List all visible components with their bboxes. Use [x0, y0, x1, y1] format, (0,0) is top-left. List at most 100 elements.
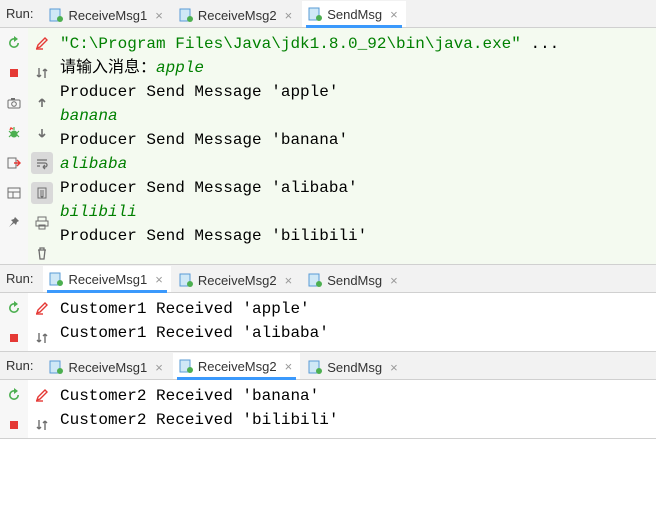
run-label: Run: [6, 271, 33, 286]
console-line: Producer Send Message 'banana' [60, 128, 650, 152]
console-line: Producer Send Message 'bilibili' [60, 224, 650, 248]
sort-button[interactable] [31, 414, 53, 436]
console-line: Customer2 Received 'bilibili' [60, 408, 650, 432]
run-panel: Run: ReceiveMsg1× ReceiveMsg2 × SendMsg × Cust… [0, 352, 656, 439]
run-label: Run: [6, 358, 33, 373]
scroll-button[interactable] [31, 182, 53, 204]
pen-button[interactable] [31, 384, 53, 406]
tab-label: ReceiveMsg1 [68, 272, 147, 287]
right-toolbar [28, 380, 56, 438]
up-button[interactable] [31, 92, 53, 114]
console-line: alibaba [60, 152, 650, 176]
console-line: Customer1 Received 'apple' [60, 297, 650, 321]
rerun-button[interactable] [3, 297, 25, 319]
run-config-icon [179, 359, 193, 373]
console-line: Producer Send Message 'alibaba' [60, 176, 650, 200]
tab-label: SendMsg [327, 360, 382, 375]
camera-button[interactable] [3, 92, 25, 114]
console-line: banana [60, 104, 650, 128]
tab-sendmsg[interactable]: SendMsg× [302, 1, 406, 27]
tab-receivemsg1[interactable]: ReceiveMsg1 × [43, 1, 170, 27]
tab-label: ReceiveMsg2 [198, 273, 277, 288]
console-output[interactable]: "C:\Program Files\Java\jdk1.8.0_92\bin\j… [56, 28, 656, 264]
panel-body: Customer2 Received 'banana' Customer2 Rec… [0, 380, 656, 438]
console-line: Customer2 Received 'banana' [60, 384, 650, 408]
console-output[interactable]: Customer2 Received 'banana' Customer2 Rec… [56, 380, 656, 438]
layout-button[interactable] [3, 182, 25, 204]
tab-label: ReceiveMsg1 [68, 8, 147, 23]
tab-label: ReceiveMsg2 [198, 8, 277, 23]
panel-header: Run: ReceiveMsg1× ReceiveMsg2 × SendMsg × [0, 352, 656, 380]
left-toolbar [0, 28, 28, 264]
tab-receivemsg2[interactable]: ReceiveMsg2 × [173, 353, 300, 379]
tab-receivemsg1[interactable]: ReceiveMsg1× [43, 353, 170, 379]
console-text: "C:\Program Files\Java\jdk1.8.0_92\bin\j… [60, 35, 521, 53]
right-toolbar [28, 28, 56, 264]
left-toolbar [0, 293, 28, 351]
panel-body: "C:\Program Files\Java\jdk1.8.0_92\bin\j… [0, 28, 656, 264]
close-icon[interactable]: × [155, 273, 163, 286]
run-config-icon [49, 360, 63, 374]
tab-label: ReceiveMsg2 [198, 359, 277, 374]
right-toolbar [28, 293, 56, 351]
console-text: apple [156, 59, 204, 77]
rerun-button[interactable] [3, 32, 25, 54]
console-text: Customer2 Received 'banana' [60, 387, 319, 405]
close-icon[interactable]: × [390, 8, 398, 21]
close-icon[interactable]: × [155, 361, 163, 374]
rerun-button[interactable] [3, 384, 25, 406]
panel-body: Customer1 Received 'apple' Customer1 Rece… [0, 293, 656, 351]
console-text: Producer Send Message 'banana' [60, 131, 348, 149]
tab-receivemsg2[interactable]: ReceiveMsg2 × [173, 1, 300, 27]
console-line: Producer Send Message 'apple' [60, 80, 650, 104]
close-icon[interactable]: × [285, 274, 293, 287]
tab-receivemsg1[interactable]: ReceiveMsg1 × [43, 266, 170, 292]
pen-button[interactable] [31, 297, 53, 319]
close-icon[interactable]: × [390, 361, 398, 374]
bug-button[interactable] [3, 122, 25, 144]
tab-bar: ReceiveMsg1×ReceiveMsg2×SendMsg× [43, 0, 407, 27]
close-icon[interactable]: × [390, 274, 398, 287]
down-button[interactable] [31, 122, 53, 144]
stop-button[interactable] [3, 414, 25, 436]
console-text: bilibili [60, 203, 137, 221]
console-text: 请输入消息： [60, 59, 156, 77]
close-icon[interactable]: × [155, 9, 163, 22]
console-line: 请输入消息：apple [60, 56, 650, 80]
trash-button[interactable] [31, 242, 53, 264]
run-config-icon [179, 8, 193, 22]
run-config-icon [308, 7, 322, 21]
run-config-icon [49, 272, 63, 286]
console-text: alibaba [60, 155, 127, 173]
run-label: Run: [6, 6, 33, 21]
run-config-icon [308, 360, 322, 374]
exit-button[interactable] [3, 152, 25, 174]
console-text: Producer Send Message 'alibaba' [60, 179, 358, 197]
panel-header: Run:ReceiveMsg1×ReceiveMsg2×SendMsg× [0, 0, 656, 28]
run-panel: Run: ReceiveMsg1 × ReceiveMsg2 × SendMsg × Cust… [0, 265, 656, 352]
close-icon[interactable]: × [285, 360, 293, 373]
print-button[interactable] [31, 212, 53, 234]
console-text: Customer1 Received 'alibaba' [60, 324, 329, 342]
close-icon[interactable]: × [285, 9, 293, 22]
pin-button[interactable] [3, 212, 25, 234]
pen-button[interactable] [31, 32, 53, 54]
sort-button[interactable] [31, 327, 53, 349]
tab-sendmsg[interactable]: SendMsg × [302, 266, 406, 292]
stop-button[interactable] [3, 62, 25, 84]
run-config-icon [308, 273, 322, 287]
tab-receivemsg2[interactable]: ReceiveMsg2 × [173, 266, 300, 292]
console-text: Customer2 Received 'bilibili' [60, 411, 338, 429]
console-text: Producer Send Message 'apple' [60, 83, 338, 101]
tab-bar: ReceiveMsg1× ReceiveMsg2 × SendMsg × [43, 352, 407, 379]
sort-button[interactable] [31, 62, 53, 84]
tab-label: SendMsg [327, 273, 382, 288]
left-toolbar [0, 380, 28, 438]
stop-button[interactable] [3, 327, 25, 349]
console-line: "C:\Program Files\Java\jdk1.8.0_92\bin\j… [60, 32, 650, 56]
run-panel: Run:ReceiveMsg1×ReceiveMsg2×SendMsg×"C:\… [0, 0, 656, 265]
tab-sendmsg[interactable]: SendMsg × [302, 353, 406, 379]
wrap-button[interactable] [31, 152, 53, 174]
run-config-icon [179, 273, 193, 287]
console-output[interactable]: Customer1 Received 'apple' Customer1 Rece… [56, 293, 656, 351]
